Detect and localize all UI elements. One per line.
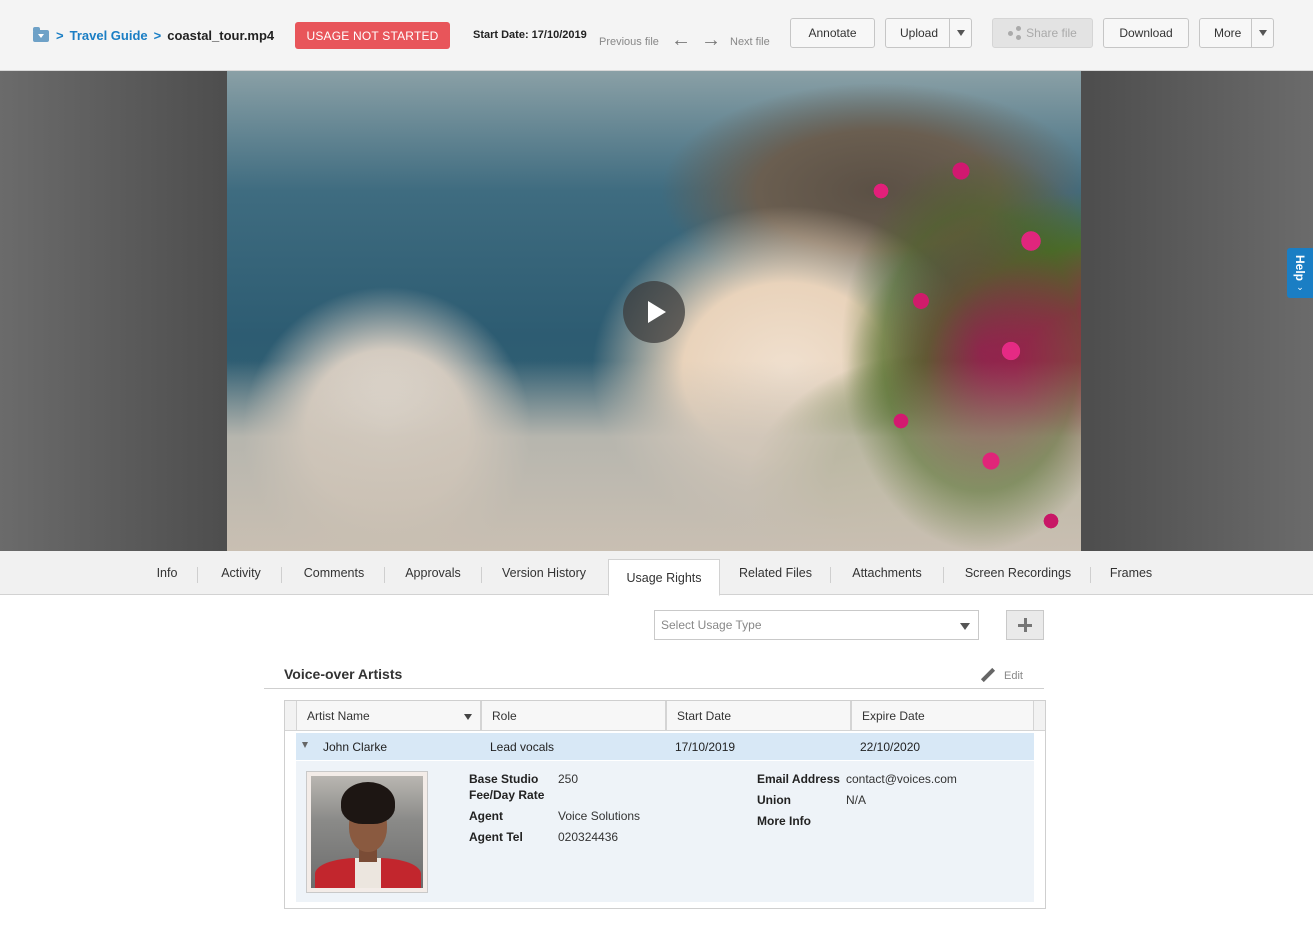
tab-approvals[interactable]: Approvals xyxy=(394,551,472,595)
more-button-label: More xyxy=(1214,26,1242,40)
more-button[interactable]: More xyxy=(1199,18,1274,48)
help-label: Help xyxy=(1293,255,1307,282)
share-file-button[interactable]: Share file xyxy=(992,18,1093,48)
photo-shirt xyxy=(355,858,381,888)
tab-related-files[interactable]: Related Files xyxy=(729,551,822,595)
chevron-down-icon: ⌄ xyxy=(1296,281,1304,292)
fee-value: 250 xyxy=(558,772,579,786)
breadcrumb-separator: > xyxy=(153,28,162,43)
add-usage-button[interactable] xyxy=(1006,610,1044,640)
help-tab[interactable]: Help ⌄ xyxy=(1287,248,1313,298)
column-header-start-date[interactable]: Start Date xyxy=(666,701,851,731)
union-label: Union xyxy=(757,793,791,807)
agent-label: Agent xyxy=(469,809,503,823)
tab-separator xyxy=(943,567,944,583)
tab-frames[interactable]: Frames xyxy=(1100,551,1162,595)
top-bar: > Travel Guide > coastal_tour.mp4 USAGE … xyxy=(0,0,1313,71)
table-header-edge xyxy=(285,701,296,731)
annotate-button[interactable]: Annotate xyxy=(790,18,875,48)
share-icon xyxy=(1008,26,1022,40)
play-icon[interactable] xyxy=(623,281,685,343)
expand-toggle-icon[interactable] xyxy=(302,742,308,748)
cell-start-date: 17/10/2019 xyxy=(675,739,736,754)
cell-expire-date: 22/10/2020 xyxy=(860,739,921,754)
artists-table: Artist Name Role Start Date Expire Date … xyxy=(284,700,1046,909)
usage-type-placeholder: Select Usage Type xyxy=(661,618,762,632)
tab-info[interactable]: Info xyxy=(146,551,188,595)
agent-tel-label: Agent Tel xyxy=(469,830,523,844)
video-player[interactable] xyxy=(227,71,1081,551)
upload-dropdown-toggle[interactable] xyxy=(949,19,971,47)
usage-status-badge: USAGE NOT STARTED xyxy=(295,22,450,49)
photo-hair xyxy=(341,782,395,824)
sort-down-icon[interactable] xyxy=(464,714,472,720)
agent-value: Voice Solutions xyxy=(558,809,641,823)
download-button[interactable]: Download xyxy=(1103,18,1189,48)
tab-separator xyxy=(281,567,282,583)
tab-attachments[interactable]: Attachments xyxy=(840,551,934,595)
more-dropdown-toggle[interactable] xyxy=(1251,19,1273,47)
arrow-right-icon[interactable]: → xyxy=(701,30,721,50)
column-header-artist-name[interactable]: Artist Name xyxy=(296,701,481,731)
upload-button-label: Upload xyxy=(900,26,939,40)
tab-comments[interactable]: Comments xyxy=(291,551,377,595)
chevron-down-icon xyxy=(960,623,970,630)
usage-type-select[interactable]: Select Usage Type xyxy=(654,610,979,640)
folder-icon[interactable] xyxy=(33,26,49,42)
plus-icon xyxy=(1018,618,1032,632)
tab-version-history[interactable]: Version History xyxy=(491,551,597,595)
tab-separator xyxy=(481,567,482,583)
tab-separator xyxy=(197,567,198,583)
video-frame-flowers xyxy=(841,131,1081,551)
breadcrumb: > Travel Guide > coastal_tour.mp4 xyxy=(33,26,275,43)
cell-artist-name: John Clarke xyxy=(323,739,388,754)
tab-separator xyxy=(830,567,831,583)
pencil-icon xyxy=(980,668,996,684)
breadcrumb-folder-link[interactable]: Travel Guide xyxy=(70,28,148,43)
email-label: Email Address xyxy=(757,772,840,786)
detail-tabs: Info Activity Comments Approvals Version… xyxy=(0,551,1313,596)
union-value: N/A xyxy=(846,793,867,807)
upload-button[interactable]: Upload xyxy=(885,18,972,48)
video-stage xyxy=(0,71,1313,551)
column-label: Artist Name xyxy=(307,709,370,723)
start-date-label: Start Date: 17/10/2019 xyxy=(473,29,587,41)
edit-label: Edit xyxy=(1004,670,1023,682)
artist-photo xyxy=(306,771,428,893)
tab-screen-recordings[interactable]: Screen Recordings xyxy=(953,551,1083,595)
more-info-label: More Info xyxy=(757,814,811,828)
table-row[interactable]: John Clarke Lead vocals 17/10/2019 22/10… xyxy=(296,733,1034,760)
breadcrumb-separator: > xyxy=(56,28,64,43)
agent-tel-value: 020324436 xyxy=(558,830,619,844)
next-file-label[interactable]: Next file xyxy=(730,36,770,48)
tab-separator xyxy=(1090,567,1091,583)
tab-usage-rights[interactable]: Usage Rights xyxy=(608,559,720,596)
column-header-expire-date[interactable]: Expire Date xyxy=(851,701,1034,731)
breadcrumb-current-file: coastal_tour.mp4 xyxy=(167,28,275,43)
section-divider xyxy=(264,688,1044,689)
tab-activity[interactable]: Activity xyxy=(207,551,275,595)
table-header: Artist Name Role Start Date Expire Date xyxy=(296,701,1034,731)
chevron-down-icon xyxy=(956,30,965,36)
cell-role: Lead vocals xyxy=(490,739,555,754)
chevron-down-icon xyxy=(1258,30,1267,36)
previous-file-label[interactable]: Previous file xyxy=(599,36,659,48)
avatar xyxy=(311,776,423,888)
arrow-left-icon[interactable]: ← xyxy=(671,30,691,50)
row-detail-panel: Base Studio Fee/Day Rate 250 Agent Voice… xyxy=(296,761,1034,902)
section-title: Voice-over Artists xyxy=(284,666,403,682)
table-header-edge xyxy=(1034,701,1045,731)
column-header-role[interactable]: Role xyxy=(481,701,666,731)
tab-separator xyxy=(384,567,385,583)
email-value[interactable]: contact@voices.com xyxy=(846,771,957,787)
share-file-label: Share file xyxy=(1026,26,1077,40)
edit-button[interactable]: Edit xyxy=(980,668,1023,684)
fee-label: Base Studio Fee/Day Rate xyxy=(469,772,545,802)
